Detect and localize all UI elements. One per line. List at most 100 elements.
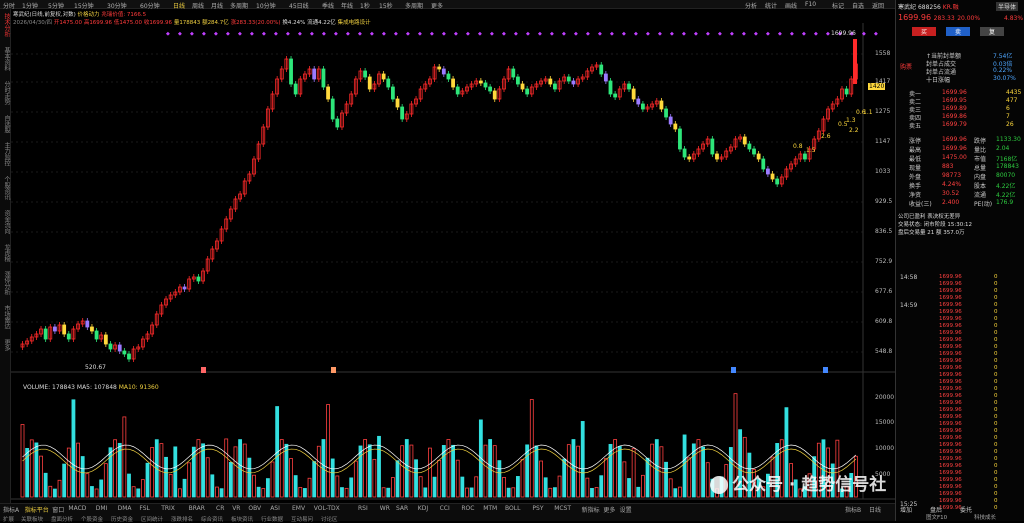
sidebar-item-10[interactable]: 更多 <box>1 339 10 351</box>
volume-bar-22 <box>122 416 127 498</box>
volume-bar-23 <box>127 473 131 498</box>
indicator-tab-11[interactable]: OBV <box>248 505 261 512</box>
indicator-tab-13[interactable]: EMV <box>292 505 305 512</box>
indicator-tab-16[interactable]: WR <box>380 505 390 512</box>
stat-label-l-3: 现量 <box>909 165 922 172</box>
volume-bar-30 <box>159 443 164 498</box>
sector-button[interactable]: 半导体 <box>996 2 1019 11</box>
indicator-tab-5[interactable]: DMA <box>118 505 132 512</box>
indicator-tab-26[interactable]: 更多 <box>603 505 615 514</box>
sidebar-item-1[interactable]: 基本资料 <box>1 47 10 71</box>
bottom-link-9[interactable]: 行业数据 <box>261 515 283 523</box>
candle-149 <box>710 138 715 155</box>
volume-bar-39 <box>201 443 205 498</box>
stat-val-l-7: 2.400 <box>942 199 960 206</box>
tick-footer-0[interactable]: 增加 <box>900 505 912 514</box>
bottom-link-8[interactable]: 板块资讯 <box>231 515 253 523</box>
bottom-link-0[interactable]: 扩展 <box>3 515 14 523</box>
right-tab-3[interactable]: F10 <box>805 1 816 8</box>
indicator-tab-15[interactable]: RSI <box>358 505 368 512</box>
bottom-link-7[interactable]: 综合资讯 <box>201 515 223 523</box>
indicator-tab-22[interactable]: BOLL <box>505 505 520 512</box>
indicator-tab-19[interactable]: CCI <box>440 505 450 512</box>
volume-bar-106 <box>511 487 516 498</box>
indicator-tab-17[interactable]: SAR <box>396 505 408 512</box>
indicator-tab-2[interactable]: 窗口 <box>52 505 64 514</box>
indicator-tab-21[interactable]: MTM <box>483 505 497 512</box>
sidebar-item-0[interactable]: 技术分析 <box>1 13 10 37</box>
signal-marker-8: ◆ <box>262 31 266 37</box>
sidebar-item-9[interactable]: 市场雷达 <box>1 305 10 329</box>
trade-button-1[interactable]: 卖 <box>946 27 970 36</box>
tick-price-27: 1699.96 <box>939 463 962 469</box>
indicator-tab-27[interactable]: 设置 <box>620 505 632 514</box>
indicator-tab-7[interactable]: TRIX <box>161 505 175 512</box>
bottom-right-0[interactable]: 指标B <box>845 505 861 514</box>
volume-bar-19 <box>108 447 113 498</box>
volume-bar-147 <box>701 446 705 498</box>
volume-bar-45 <box>228 462 233 498</box>
sidebar-item-2[interactable]: 分时走势 <box>1 81 10 105</box>
indicator-tab-4[interactable]: DMI <box>96 505 108 512</box>
indicator-tab-3[interactable]: MACD <box>68 505 86 512</box>
tick-vol-7: 0 <box>994 323 998 329</box>
volume-bar-123 <box>590 488 594 498</box>
tick-price-8: 1699.96 <box>939 330 962 336</box>
indicator-tab-25[interactable]: 新指标 <box>582 505 600 514</box>
bottom-link-6[interactable]: 涨跌排名 <box>171 515 193 523</box>
volume-bar-79 <box>386 487 391 498</box>
signal-marker-36: ◆ <box>598 31 602 37</box>
bottom-link-4[interactable]: 历史资金 <box>111 515 133 523</box>
bottom-link-3[interactable]: 个股资金 <box>81 515 103 523</box>
tick-vol-31: 0 <box>994 491 998 497</box>
signal-marker-13: ◆ <box>322 31 326 37</box>
tick-price-2: 1699.96 <box>939 288 962 294</box>
kline-chart-area[interactable]: 寒武纪(日线,前复权,对数) 价格动力 兆瑞价值: 7166.5 2026/04… <box>11 9 895 512</box>
bottom-link-5[interactable]: 区间统计 <box>141 515 163 523</box>
indicator-tab-8[interactable]: BRAR <box>189 505 205 512</box>
ask-price-0: 1699.96 <box>942 89 967 96</box>
watermark: 公众号 · 趋势信号社 <box>710 470 886 495</box>
bottom-link-2[interactable]: 盘面分析 <box>51 515 73 523</box>
candlestick-svg[interactable]: ◆ ◆ ◆ ◆ ◆ ◆ ◆ ◆ ◆ ◆ ◆ ◆ ◆ ◆ ◆ ◆ ◆ ◆ ◆ ◆ ◆ ◆ ◆ ◆ ◆ ◆ ◆ ◆ ◆ ◆ ◆ ◆ ◆ ◆ ◆ ◆ ◆ ◆ ◆ ◆… <box>11 9 895 512</box>
indicator-tab-6[interactable]: FSL <box>139 505 150 512</box>
indicator-tab-20[interactable]: ROC <box>461 505 474 512</box>
sidebar-item-8[interactable]: 涨停分析 <box>1 271 10 295</box>
indicator-tab-23[interactable]: PSY <box>532 505 543 512</box>
sidebar-item-4[interactable]: 主力监控 <box>1 142 10 166</box>
period-toolbar: 分时 1分钟 5分钟 15分钟 30分钟 60分钟 日线 周线 月线 多周期 10分钟 45日线 季线年… <box>0 0 1024 10</box>
volume-bar-33 <box>173 446 178 498</box>
indicator-tab-18[interactable]: KDJ <box>418 505 428 512</box>
badge-0[interactable]: 图文F10 <box>926 513 947 521</box>
sidebar-item-3[interactable]: 自选股 <box>1 115 10 133</box>
ma-annotation-0: 2.6 <box>821 133 831 140</box>
volume-bar-82 <box>400 445 405 498</box>
bottom-link-11[interactable]: 讨论区 <box>321 515 338 523</box>
candle-5 <box>43 328 48 340</box>
volume-bar-25 <box>136 488 141 498</box>
bottom-right-1[interactable]: 日线 <box>869 505 881 514</box>
bottom-link-10[interactable]: 互动易问 <box>291 515 313 523</box>
indicator-tab-12[interactable]: ASI <box>270 505 280 512</box>
tick-footer-2[interactable]: 委托 <box>960 505 972 514</box>
sidebar-item-7[interactable]: 龙虎榜 <box>1 244 10 262</box>
bottom-link-1[interactable]: 关联板块 <box>21 515 43 523</box>
sidebar-item-5[interactable]: 个股资讯 <box>1 176 10 200</box>
candle-79 <box>386 78 391 88</box>
volume-bar-98 <box>474 476 479 498</box>
indicator-tab-1[interactable]: 指标平台 <box>25 505 49 514</box>
volume-bar-68 <box>335 475 340 498</box>
trade-button-0[interactable]: 买 <box>912 27 936 36</box>
badge-1[interactable]: 科技成长 <box>974 513 996 521</box>
signal-marker-14: ◆ <box>334 31 338 37</box>
trade-button-2[interactable]: 复 <box>980 27 1004 36</box>
tick-vol-24: 0 <box>994 442 998 448</box>
indicator-tab-9[interactable]: CR <box>216 505 224 512</box>
indicator-tab-0[interactable]: 指标A <box>3 505 19 514</box>
candle-143 <box>682 148 687 158</box>
indicator-tab-14[interactable]: VOL-TDX <box>314 505 340 512</box>
sidebar-item-6[interactable]: 资金流向 <box>1 210 10 234</box>
indicator-tab-24[interactable]: MCST <box>554 505 571 512</box>
ask-vol-3: 7 <box>1006 113 1010 120</box>
indicator-tab-10[interactable]: VR <box>232 505 240 512</box>
